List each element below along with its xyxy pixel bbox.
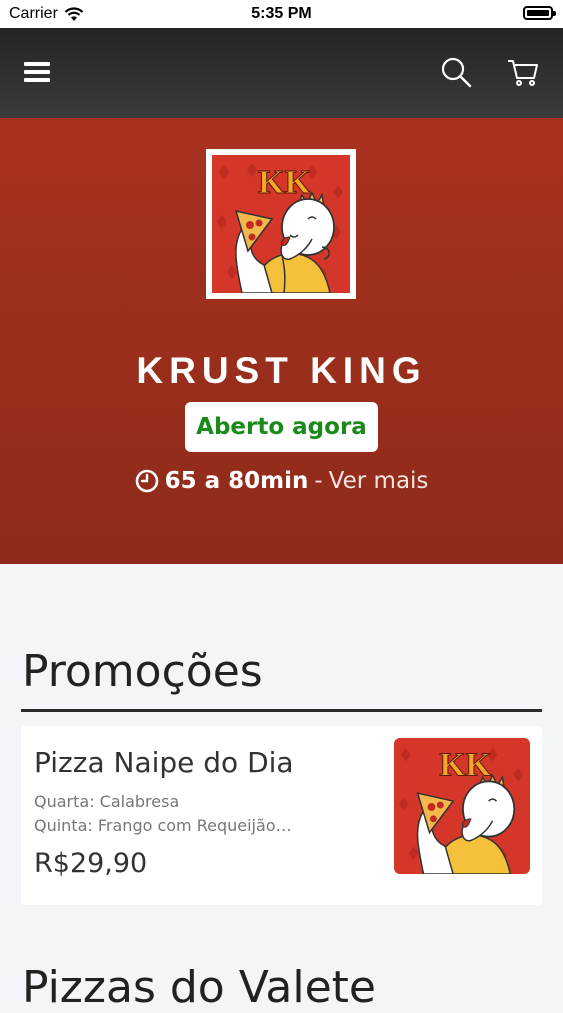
- delivery-time: 65 a 80min: [164, 468, 309, 494]
- hamburger-icon: [24, 62, 50, 82]
- section-divider: [21, 709, 542, 712]
- krust-king-logo: KK: [212, 155, 350, 293]
- menu-item-name: Pizza Naipe do Dia: [34, 746, 294, 779]
- menu-item-description: Quarta: Calabresa Quinta: Frango com Req…: [34, 790, 314, 838]
- menu-item-card[interactable]: Pizza Naipe do Dia Quarta: Calabresa Qui…: [21, 726, 542, 905]
- delivery-separator: -: [314, 468, 323, 494]
- section-title-pizzas-do-valete: Pizzas do Valete: [22, 962, 376, 1013]
- cart-button[interactable]: [503, 52, 543, 92]
- search-button[interactable]: [436, 52, 476, 92]
- restaurant-header: KK KRUST KING Aberto agora 65 a 80min - …: [0, 118, 563, 564]
- open-status-badge: Aberto agora: [185, 402, 378, 452]
- description-line: Quinta: Frango com Requeijão…: [34, 816, 292, 835]
- see-more-link[interactable]: Ver mais: [329, 468, 429, 494]
- search-icon: [441, 57, 472, 88]
- restaurant-name: KRUST KING: [136, 350, 427, 391]
- top-nav-bar: [0, 28, 563, 118]
- clock: 5:35 PM: [251, 5, 312, 22]
- description-line: Quarta: Calabresa: [34, 792, 180, 811]
- battery-icon: [523, 6, 556, 20]
- status-bar: Carrier 5:35 PM: [0, 0, 563, 28]
- menu-item-price: R$29,90: [34, 848, 148, 879]
- restaurant-logo: KK: [206, 149, 356, 299]
- krust-king-logo-thumb: KK: [394, 738, 530, 874]
- cart-icon: [508, 60, 538, 86]
- menu-button[interactable]: [17, 52, 57, 92]
- delivery-info[interactable]: 65 a 80min - Ver mais: [0, 468, 563, 494]
- svg-text:KK: KK: [258, 164, 311, 201]
- section-title-promocoes: Promoções: [22, 646, 263, 697]
- menu-item-thumbnail: KK: [394, 738, 530, 874]
- clock-icon: [135, 469, 158, 493]
